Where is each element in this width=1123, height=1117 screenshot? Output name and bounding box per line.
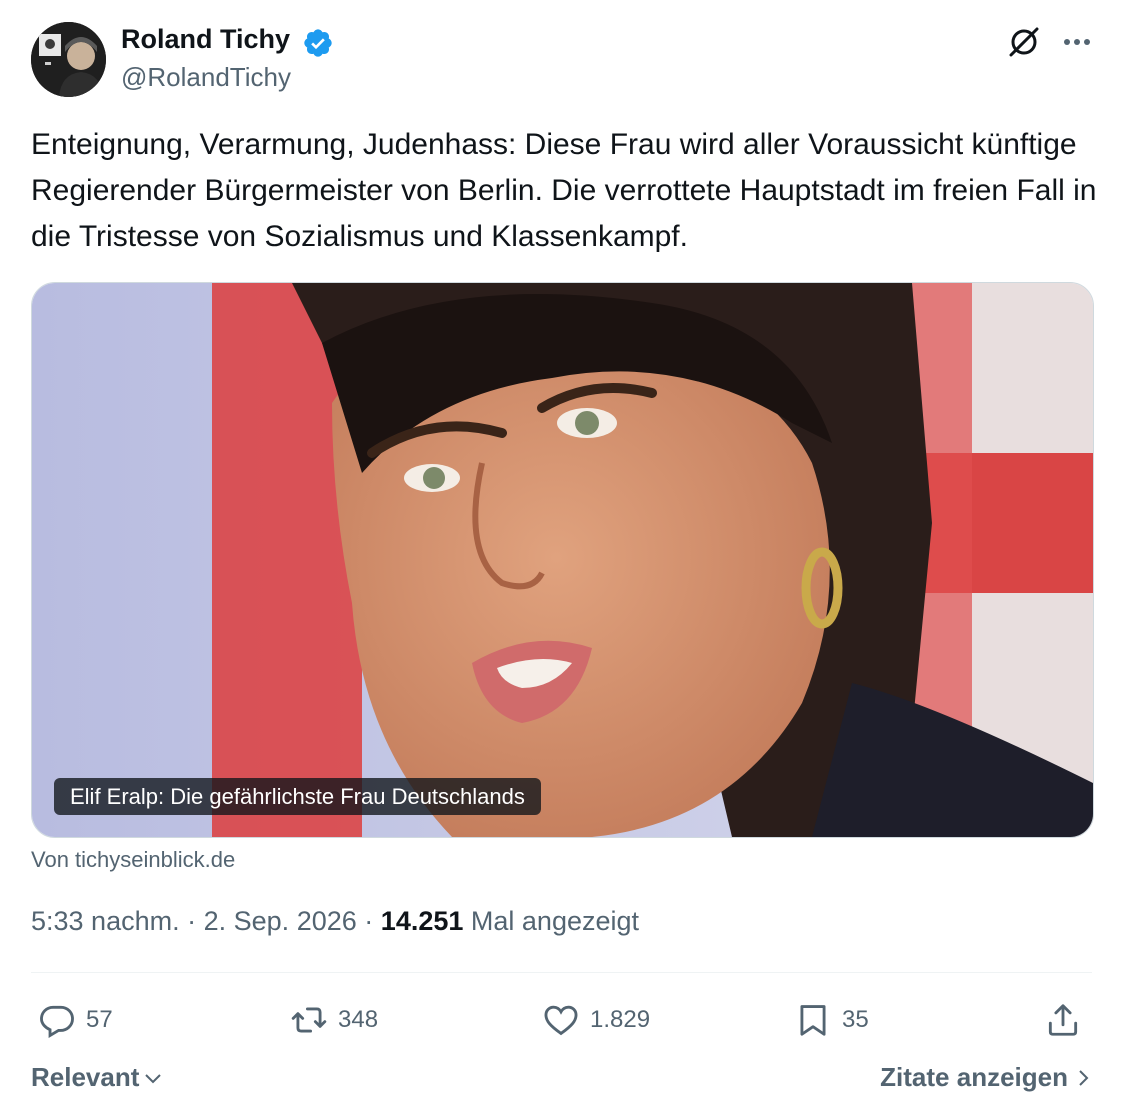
link-card[interactable]: Elif Eralp: Die gefährlichste Frau Deuts… (31, 282, 1094, 838)
avatar-image (31, 22, 106, 97)
chevron-right-icon (1079, 1069, 1089, 1086)
reply-icon (40, 1005, 74, 1039)
repost-button[interactable]: 348 (290, 998, 378, 1042)
author-handle[interactable]: @RolandTichy (121, 62, 291, 93)
bookmark-icon (800, 1005, 826, 1036)
meta-separator: · (187, 906, 197, 936)
tweet-time[interactable]: 5:33 nachm. (31, 906, 180, 936)
view-quotes-link[interactable]: Zitate anzeigen (880, 1062, 1092, 1093)
verified-badge-icon (304, 29, 332, 57)
repost-icon (291, 1007, 327, 1033)
bookmark-count: 35 (842, 1006, 869, 1033)
author-name[interactable]: Roland Tichy (121, 24, 290, 55)
chevron-down-icon (145, 1073, 162, 1083)
sort-dropdown[interactable]: Relevant (31, 1062, 163, 1093)
like-count: 1.829 (590, 1006, 651, 1033)
grok-icon[interactable] (1004, 22, 1044, 62)
more-icon[interactable] (1057, 22, 1097, 62)
divider (31, 972, 1092, 973)
meta-separator: · (364, 906, 374, 936)
sort-label: Relevant (31, 1062, 140, 1092)
bookmark-button[interactable]: 35 (794, 998, 869, 1042)
like-button[interactable]: 1.829 (542, 998, 650, 1042)
tweet-meta: 5:33 nachm. · 2. Sep. 2026 · 14.251 Mal … (31, 906, 639, 937)
card-source[interactable]: Von tichyseinblick.de (31, 847, 235, 873)
card-caption: Elif Eralp: Die gefährlichste Frau Deuts… (54, 778, 541, 815)
view-quotes-label: Zitate anzeigen (880, 1062, 1068, 1092)
reply-button[interactable]: 57 (38, 998, 113, 1042)
tweet-text: Enteignung, Verarmung, Judenhass: Diese … (31, 128, 1097, 253)
repost-count: 348 (338, 1006, 379, 1033)
share-icon (1048, 1004, 1078, 1036)
like-icon (544, 1005, 578, 1036)
card-image (32, 283, 1093, 837)
views-label: Mal angezeigt (470, 906, 640, 936)
share-button[interactable] (1044, 998, 1082, 1042)
reply-count: 57 (86, 1006, 113, 1033)
views-count: 14.251 (380, 906, 464, 936)
tweet-date[interactable]: 2. Sep. 2026 (204, 906, 357, 936)
avatar[interactable] (31, 22, 106, 97)
